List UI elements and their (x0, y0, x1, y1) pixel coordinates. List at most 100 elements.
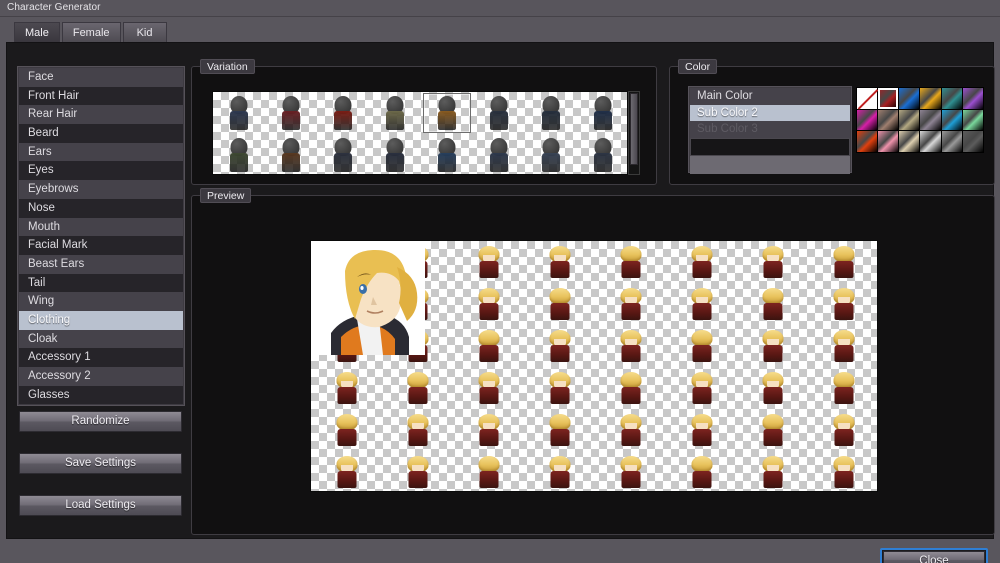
variation-cell[interactable] (525, 134, 577, 174)
variation-cell[interactable] (369, 134, 421, 174)
save-settings-button[interactable]: Save Settings (19, 453, 182, 474)
parts-list-item-eyebrows[interactable]: Eyebrows (19, 180, 183, 199)
preview-sprite-cell (666, 241, 737, 283)
tab-male[interactable]: Male (14, 22, 60, 42)
sprite-body (334, 111, 352, 130)
preview-chibi-sprite (476, 288, 502, 320)
color-channel-listbox[interactable]: Main Color Sub Color 2 Sub Color 3 (688, 86, 852, 174)
variation-cell[interactable] (577, 92, 627, 134)
color-swatch-cyan[interactable] (941, 109, 962, 131)
color-swatch-purple[interactable] (962, 88, 983, 109)
color-channel-empty-field[interactable] (690, 137, 850, 156)
chibi-body (621, 345, 640, 362)
variation-cell[interactable] (317, 92, 369, 134)
randomize-button[interactable]: Randomize (19, 411, 182, 432)
color-swatch-blue[interactable] (899, 88, 920, 109)
sprite-body (230, 153, 248, 172)
color-channel-main-color[interactable]: Main Color (690, 88, 850, 105)
variation-canvas[interactable] (212, 91, 628, 175)
parts-list-item-eyes[interactable]: Eyes (19, 161, 183, 181)
preview-chibi-sprite (547, 456, 573, 488)
variation-scrollbar-thumb[interactable] (630, 93, 638, 165)
variation-cell[interactable] (213, 92, 265, 134)
variation-cell[interactable] (525, 92, 577, 134)
parts-list-item-beard[interactable]: Beard (19, 124, 183, 143)
preview-sprite-cell (453, 283, 524, 325)
color-swatch-pink[interactable] (878, 131, 899, 152)
parts-list-item-glasses[interactable]: Glasses (19, 385, 183, 405)
color-swatch-gray[interactable] (941, 131, 962, 152)
chibi-body (692, 303, 711, 320)
color-swatch-grid[interactable] (856, 87, 984, 153)
variation-cell[interactable] (317, 134, 369, 174)
character-face-portrait (311, 241, 425, 355)
parts-list-item-nose[interactable]: Nose (19, 198, 183, 218)
parts-list-item-wing[interactable]: Wing (19, 292, 183, 311)
color-panel-title: Color (678, 59, 718, 74)
parts-list-item-face[interactable]: Face (19, 68, 183, 87)
color-swatch-cream[interactable] (899, 131, 920, 152)
color-swatch-teal[interactable] (941, 88, 962, 109)
chibi-body (621, 471, 640, 488)
parts-list-item-mouth[interactable]: Mouth (19, 217, 183, 237)
color-channel-empty-row[interactable] (690, 155, 850, 174)
preview-sprite-cell (808, 241, 877, 283)
parts-list-item-ears[interactable]: Ears (19, 142, 183, 162)
parts-list-item-beast-ears[interactable]: Beast Ears (19, 254, 183, 274)
preview-chibi-sprite (476, 246, 502, 278)
variation-sprite (332, 96, 354, 130)
preview-sprite-cell (666, 409, 737, 451)
color-swatch-magenta[interactable] (857, 109, 878, 131)
close-button[interactable]: Close (883, 551, 985, 563)
chibi-body (763, 387, 782, 404)
preview-chibi-sprite (547, 246, 573, 278)
tab-female[interactable]: Female (61, 22, 121, 42)
preview-chibi-sprite (689, 372, 715, 404)
parts-list-item-accessory-2[interactable]: Accessory 2 (19, 367, 183, 386)
color-swatch-dark-red[interactable] (878, 88, 899, 109)
variation-cell[interactable] (577, 134, 627, 174)
parts-list-item-clothing[interactable]: Clothing (19, 310, 183, 330)
variation-cell[interactable] (213, 134, 265, 174)
preview-chibi-sprite (547, 288, 573, 320)
chibi-body (408, 429, 427, 446)
variation-cell[interactable] (473, 134, 525, 174)
variation-scrollbar[interactable] (628, 91, 640, 175)
parts-list-item-facial-mark[interactable]: Facial Mark (19, 236, 183, 255)
variation-cell[interactable] (421, 92, 473, 134)
chibi-body (834, 345, 853, 362)
color-swatch-mint[interactable] (962, 109, 983, 131)
variation-cell[interactable] (265, 92, 317, 134)
color-swatch-mauve[interactable] (920, 109, 941, 131)
preview-sprite-cell (311, 409, 382, 451)
parts-list-item-tail[interactable]: Tail (19, 273, 183, 293)
chibi-hair (549, 414, 570, 430)
chibi-body (337, 429, 356, 446)
variation-cell[interactable] (473, 92, 525, 134)
variation-sprite (384, 138, 406, 172)
chibi-hair (833, 372, 854, 388)
preview-sprite-cell (382, 367, 453, 409)
load-settings-button[interactable]: Load Settings (19, 495, 182, 516)
window-body: Male Female Kid Face Front Hair Rear Hair Bea… (0, 17, 1000, 563)
parts-list-item-accessory-1[interactable]: Accessory 1 (19, 348, 183, 367)
parts-list-item-rear-hair[interactable]: Rear Hair (19, 105, 183, 125)
color-swatch-none[interactable] (857, 88, 878, 109)
color-swatch-silver[interactable] (920, 131, 941, 152)
color-swatch-orange-red[interactable] (857, 131, 878, 152)
parts-list-item-front-hair[interactable]: Front Hair (19, 86, 183, 106)
parts-listbox[interactable]: Face Front Hair Rear Hair Beard Ears Eyes Eyeb… (17, 66, 185, 407)
preview-sprite-cell (453, 451, 524, 491)
color-channel-sub-color-2[interactable]: Sub Color 2 (690, 104, 850, 121)
variation-sprite (280, 96, 302, 130)
variation-cell[interactable] (421, 134, 473, 174)
color-swatch-dark-gray[interactable] (962, 131, 983, 152)
color-swatch-tan[interactable] (878, 109, 899, 131)
preview-sprite-cell (595, 451, 666, 491)
parts-list-item-cloak[interactable]: Cloak (19, 329, 183, 349)
tab-kid[interactable]: Kid (122, 22, 167, 42)
color-swatch-khaki[interactable] (899, 109, 920, 131)
color-swatch-amber[interactable] (920, 88, 941, 109)
variation-cell[interactable] (369, 92, 421, 134)
variation-cell[interactable] (265, 134, 317, 174)
